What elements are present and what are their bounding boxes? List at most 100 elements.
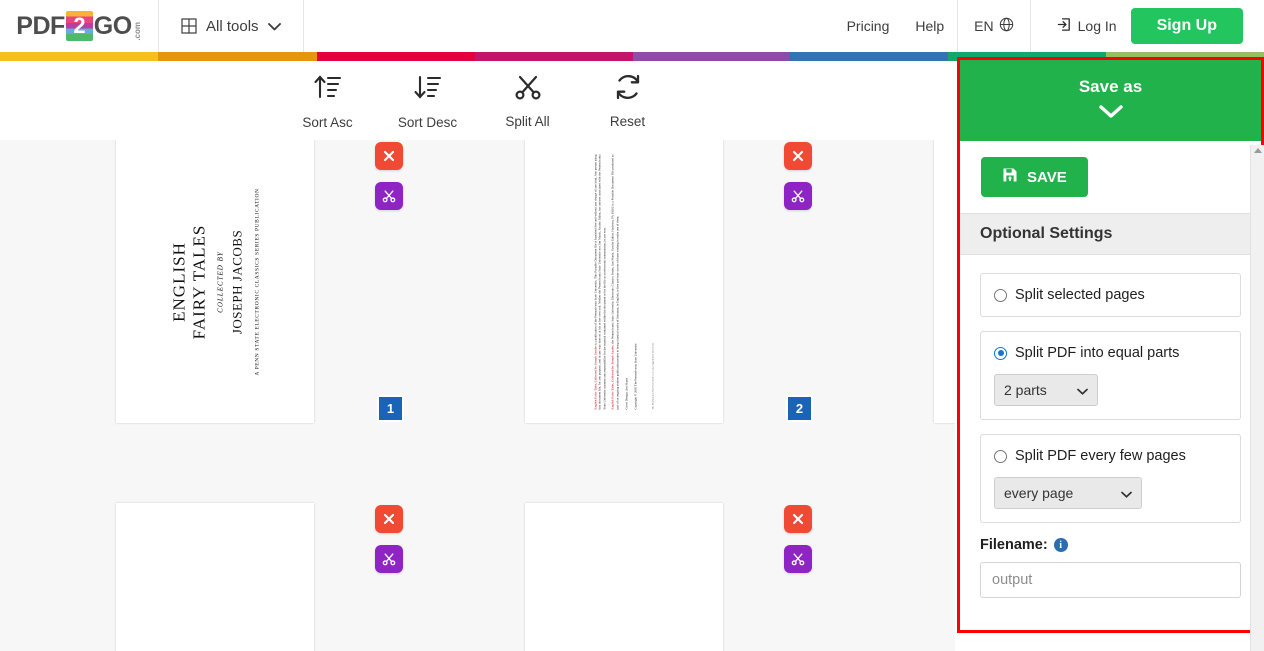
color-bar-segment-4	[475, 52, 633, 61]
all-tools-menu[interactable]: All tools	[159, 0, 303, 52]
header-divider-2	[302, 0, 304, 52]
option-split-every-few-pages[interactable]: Split PDF every few pages every page	[980, 434, 1241, 523]
delete-page-button-2[interactable]	[784, 142, 812, 170]
all-tools-label: All tools	[206, 17, 259, 35]
logo-badge-icon	[65, 11, 93, 41]
info-icon[interactable]: i	[1053, 538, 1068, 552]
page-1-collected-by: COLLECTED BY	[216, 250, 225, 313]
filename-label-row: Filename: i	[980, 537, 1241, 553]
delete-page-button-4[interactable]	[375, 505, 403, 533]
login-arrow-icon	[1057, 17, 1072, 35]
nav-pricing[interactable]: Pricing	[834, 0, 903, 52]
language-label: EN	[974, 18, 994, 34]
globe-icon	[999, 17, 1014, 35]
site-header: PDF GO .com All tools Pricing Help EN	[0, 0, 1264, 52]
sort-ascending-icon	[313, 72, 343, 107]
every-few-pages-select-value: every page	[1004, 485, 1074, 501]
option-split-selected-pages[interactable]: Split selected pages	[980, 273, 1241, 317]
color-bar-segment-6	[790, 52, 948, 61]
logo-dotcom: .com	[132, 22, 142, 41]
reset-button[interactable]: Reset	[578, 73, 678, 129]
chevron-down-icon	[1098, 104, 1124, 124]
page-1-title-block: ENGLISH FAIRY TALES COLLECTED BY JOSEPH …	[169, 157, 260, 407]
page-2-design-line: Cover Design: Jim Manis	[624, 377, 629, 409]
page-1-title-line2: FAIRY TALES	[189, 224, 209, 339]
login-label: Log In	[1077, 18, 1117, 34]
save-action-row: SAVE	[960, 141, 1261, 213]
color-bar-segment-5	[633, 52, 790, 61]
page-thumbnail-1[interactable]: ENGLISH FAIRY TALES COLLECTED BY JOSEPH …	[116, 140, 314, 423]
option-label-split-equal-parts: Split PDF into equal parts	[1015, 345, 1180, 361]
logo-prefix: PDF	[16, 11, 65, 40]
save-button-label: SAVE	[1027, 168, 1067, 186]
signup-button[interactable]: Sign Up	[1130, 8, 1243, 44]
page-1-title-line1: ENGLISH	[169, 241, 189, 322]
scroll-up-arrow-icon[interactable]	[1254, 148, 1262, 153]
split-all-button[interactable]: Split All	[478, 73, 578, 129]
delete-page-button-1[interactable]	[375, 142, 403, 170]
chevron-down-icon	[1077, 382, 1088, 398]
language-selector[interactable]: EN	[958, 0, 1029, 52]
filename-input[interactable]	[980, 562, 1241, 598]
sort-descending-icon	[413, 72, 443, 107]
equal-parts-select-value: 2 parts	[1004, 382, 1047, 398]
login-button[interactable]: Log In	[1031, 0, 1131, 52]
save-button[interactable]: SAVE	[981, 157, 1088, 197]
save-as-label: Save as	[1078, 77, 1143, 96]
page-item-4[interactable]	[116, 503, 403, 651]
vertical-scrollbar[interactable]	[1250, 145, 1264, 651]
split-page-button-1[interactable]	[375, 182, 403, 210]
split-all-label: Split All	[505, 113, 550, 129]
page-item-1[interactable]: ENGLISH FAIRY TALES COLLECTED BY JOSEPH …	[116, 140, 404, 423]
nav-help[interactable]: Help	[902, 0, 957, 52]
logo[interactable]: PDF GO .com	[0, 0, 158, 52]
sort-desc-button[interactable]: Sort Desc	[378, 72, 478, 130]
page-thumbnail-5[interactable]	[525, 503, 723, 651]
color-bar-segment-1	[0, 52, 158, 61]
chevron-down-icon	[1121, 485, 1132, 501]
page-thumbnail-2[interactable]: English Fairy Tales, Collected by Joseph…	[525, 140, 723, 423]
page-2-text-block: English Fairy Tales, Collected by Joseph…	[593, 154, 654, 409]
equal-parts-select[interactable]: 2 parts	[994, 374, 1098, 406]
pages-canvas[interactable]: ENGLISH FAIRY TALES COLLECTED BY JOSEPH …	[0, 140, 955, 651]
page-item-3[interactable]: Contents	[934, 140, 955, 423]
optional-settings-body: Split selected pages Split PDF into equa…	[960, 255, 1261, 598]
page-number-badge-1: 1	[377, 395, 404, 422]
pages-grid: ENGLISH FAIRY TALES COLLECTED BY JOSEPH …	[0, 140, 955, 651]
page-2-para2-red: English Fairy Tales, Collected by Joseph…	[610, 345, 615, 409]
option-label-split-selected-pages: Split selected pages	[1015, 287, 1145, 303]
page-2-copyright-line: Copyright © 2005 The Pennsylvania State …	[633, 342, 638, 409]
page-2-para1-red: English Fairy Tales, Collected by Joseph…	[593, 345, 598, 409]
page-number-badge-2: 2	[786, 395, 813, 422]
split-page-button-5[interactable]	[784, 545, 812, 573]
color-bar-segment-3	[317, 52, 475, 61]
radio-split-selected-pages[interactable]	[994, 288, 1007, 302]
chevron-down-icon	[267, 22, 281, 31]
every-few-pages-select[interactable]: every page	[994, 477, 1142, 509]
radio-split-equal-parts[interactable]	[994, 346, 1007, 360]
page-tools-toolbar: Sort Asc Sort Desc Split All Reset	[0, 61, 955, 140]
delete-page-button-5[interactable]	[784, 505, 812, 533]
page-1-publisher: A PENN STATE ELECTRONIC CLASSICS SERIES …	[254, 187, 261, 376]
split-page-button-4[interactable]	[375, 545, 403, 573]
sort-asc-label: Sort Asc	[302, 114, 353, 130]
page-item-5[interactable]	[525, 503, 812, 651]
page-thumbnail-4[interactable]	[116, 503, 314, 651]
page-1-author: JOSEPH JACOBS	[229, 229, 245, 334]
page-thumbnail-3[interactable]: Contents	[934, 140, 955, 423]
reset-icon	[614, 73, 642, 106]
option-split-equal-parts[interactable]: Split PDF into equal parts 2 parts	[980, 331, 1241, 420]
page-item-2[interactable]: English Fairy Tales, Collected by Joseph…	[525, 140, 813, 423]
optional-settings-title: Optional Settings	[960, 213, 1261, 255]
split-page-button-2[interactable]	[784, 182, 812, 210]
radio-split-every-few-pages[interactable]	[994, 449, 1007, 463]
save-options-panel: Save as SAVE Optional Settings Split sel…	[957, 57, 1264, 633]
page-2-footer: The Pennsylvania State University is an …	[651, 342, 655, 409]
sort-asc-button[interactable]: Sort Asc	[278, 72, 378, 130]
option-label-split-every-few-pages: Split PDF every few pages	[1015, 448, 1186, 464]
logo-suffix: GO	[93, 11, 132, 40]
page-2-paragraph-1: English Fairy Tales, Collected by Joseph…	[593, 154, 606, 409]
save-as-dropdown-header[interactable]: Save as	[960, 60, 1261, 141]
grid-icon	[181, 18, 197, 34]
reset-label: Reset	[609, 113, 646, 129]
